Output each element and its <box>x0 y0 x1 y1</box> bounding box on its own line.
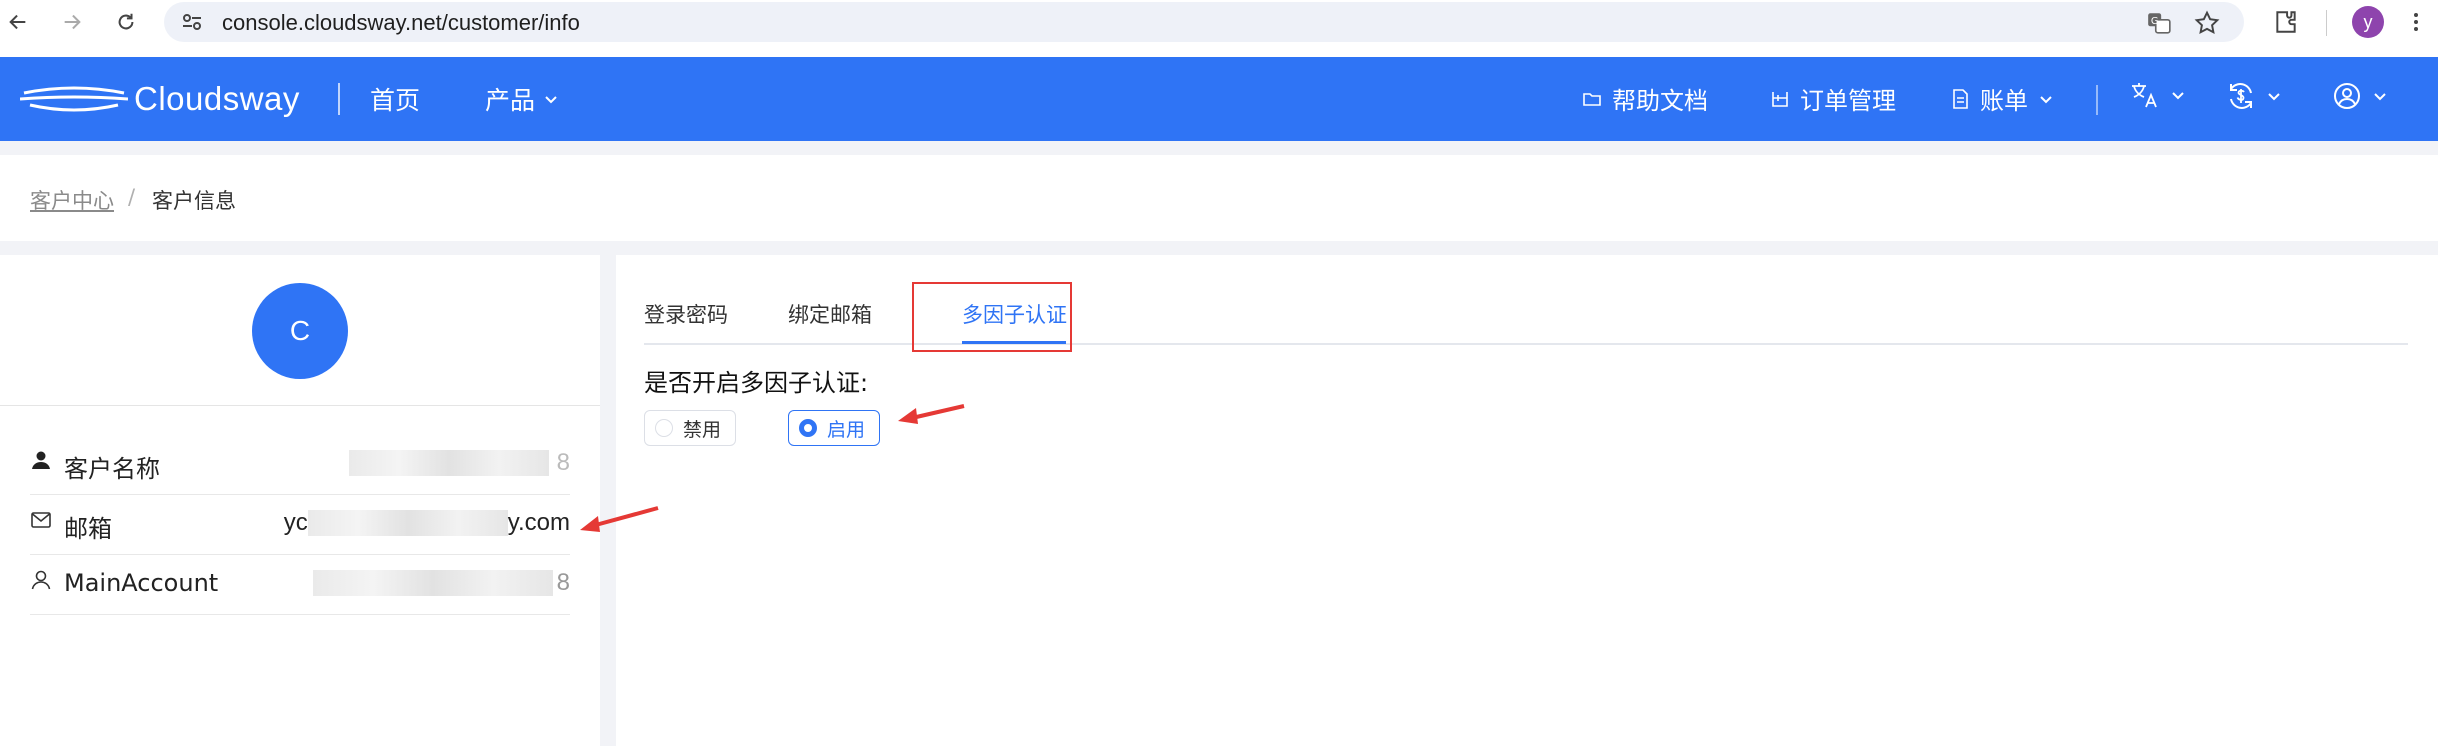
tab-bind-email[interactable]: 绑定邮箱 <box>788 299 872 329</box>
translate-page-icon[interactable]: G <box>2146 10 2172 36</box>
breadcrumb: 客户中心 / 客户信息 <box>0 155 2438 241</box>
logo-text: Cloudsway <box>134 80 300 117</box>
settings-tabs: 登录密码 绑定邮箱 多因子认证 <box>644 255 2408 345</box>
nav-products[interactable]: 产品 <box>485 81 559 117</box>
main-account-label: MainAccount <box>64 569 219 597</box>
annotation-arrow-icon <box>580 506 659 532</box>
order-icon <box>1772 91 1788 107</box>
email-label: 邮箱 <box>64 515 112 543</box>
site-settings-icon[interactable] <box>180 10 204 34</box>
info-row-customer-name: 客户名称 8 <box>30 435 570 495</box>
help-docs-label: 帮助文档 <box>1612 87 1708 115</box>
annotation-arrow-icon <box>898 404 965 424</box>
redacted-block <box>312 570 553 596</box>
breadcrumb-current: 客户信息 <box>152 189 236 213</box>
email-value: yc y.com <box>284 509 570 537</box>
chevron-down-icon <box>2374 93 2386 101</box>
security-settings-panel: 登录密码 绑定邮箱 多因子认证 是否开启多因子认证: 禁用 启用 <box>616 255 2438 746</box>
currency-exchange-icon <box>2230 83 2252 109</box>
nav-home-label: 首页 <box>370 86 421 115</box>
mfa-question: 是否开启多因子认证: <box>644 369 869 397</box>
cloudsway-logo-icon <box>20 86 128 112</box>
email-prefix: yc <box>283 509 308 536</box>
mail-icon <box>31 512 51 528</box>
profile-divider <box>0 405 600 406</box>
user-icon <box>32 451 50 469</box>
customer-name-label: 客户名称 <box>64 455 160 483</box>
bookmark-star-icon[interactable] <box>2194 10 2220 36</box>
nav-help-docs[interactable]: 帮助文档 <box>1582 81 1708 116</box>
chevron-down-icon <box>545 96 557 104</box>
header-right-divider <box>2096 85 2098 115</box>
browser-menu-icon[interactable] <box>2400 6 2432 38</box>
reload-icon[interactable] <box>110 6 142 38</box>
billing-label: 账单 <box>1980 87 2028 115</box>
extensions-icon[interactable] <box>2270 6 2302 38</box>
brand-logo[interactable]: Cloudsway <box>20 77 300 121</box>
toolbar-divider <box>2326 10 2327 36</box>
nav-home[interactable]: 首页 <box>370 81 420 117</box>
language-switcher[interactable] <box>2130 81 2186 109</box>
breadcrumb-customer-center[interactable]: 客户中心 <box>30 185 114 215</box>
main-account-suffix: 8 <box>556 569 570 596</box>
user-circle-icon <box>2334 83 2360 109</box>
radio-circle <box>655 419 673 437</box>
currency-switcher[interactable] <box>2226 81 2282 111</box>
forward-icon[interactable] <box>56 6 88 38</box>
customer-name-suffix: 8 <box>556 449 570 476</box>
folder-icon <box>1583 92 1601 106</box>
user-menu[interactable] <box>2332 81 2388 111</box>
email-suffix: y.com <box>507 509 570 536</box>
nav-order-mgmt[interactable]: 订单管理 <box>1770 81 1896 116</box>
top-header: Cloudsway 首页 产品 帮助文档 订单管理 账单 <box>0 57 2438 141</box>
breadcrumb-separator: / <box>128 185 136 209</box>
radio-mfa-enable[interactable]: 启用 <box>788 410 881 446</box>
nav-products-label: 产品 <box>485 86 536 115</box>
radio-circle-checked <box>799 419 817 437</box>
address-bar[interactable]: console.cloudsway.net/customer/info G <box>164 2 2244 42</box>
tab-login-password[interactable]: 登录密码 <box>644 299 728 329</box>
redacted-block <box>307 510 508 536</box>
bill-icon <box>1953 88 1968 109</box>
info-row-main-account: MainAccount 8 <box>30 555 570 615</box>
header-divider <box>338 83 340 115</box>
info-row-email: 邮箱 yc y.com <box>30 495 570 555</box>
chevron-down-icon <box>2268 93 2280 101</box>
customer-avatar: C <box>252 283 348 379</box>
translate-icon <box>2132 83 2157 108</box>
radio-mfa-disable[interactable]: 禁用 <box>644 410 737 446</box>
chevron-down-icon <box>2040 95 2052 103</box>
radio-disable-label: 禁用 <box>683 418 722 441</box>
nav-billing[interactable]: 账单 <box>1950 81 2054 116</box>
back-icon[interactable] <box>2 6 34 38</box>
annotation-highlight-box <box>912 282 1072 352</box>
main-account-value: 8 <box>312 569 570 597</box>
user-outline-icon <box>31 570 51 590</box>
customer-name-value: 8 <box>348 449 570 477</box>
profile-panel: C 客户名称 8 邮箱 yc y.com MainAccount 8 <box>0 255 600 746</box>
redacted-block <box>348 450 549 476</box>
chevron-down-icon <box>2172 92 2184 100</box>
profile-avatar[interactable]: y <box>2352 6 2384 38</box>
url-text[interactable]: console.cloudsway.net/customer/info <box>222 10 580 36</box>
svg-text:G: G <box>2151 16 2159 27</box>
radio-enable-label: 启用 <box>827 418 866 441</box>
browser-chrome: console.cloudsway.net/customer/info G y <box>0 0 2438 57</box>
order-mgmt-label: 订单管理 <box>1800 87 1896 115</box>
